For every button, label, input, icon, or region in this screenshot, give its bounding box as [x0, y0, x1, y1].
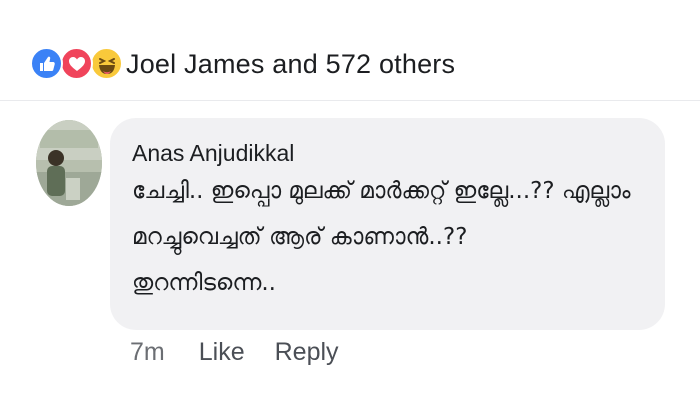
comment-timestamp[interactable]: 7m	[130, 338, 165, 367]
love-icon	[60, 47, 93, 80]
like-button[interactable]: Like	[199, 338, 245, 367]
divider	[0, 100, 700, 101]
haha-icon	[90, 47, 123, 80]
comment-text-line: മറച്ചുവെച്ചത് ആര് കാണാൻ..??	[132, 224, 468, 250]
reactions-count-text[interactable]: Joel James and 572 others	[126, 49, 455, 80]
comment-thread: Joel James and 572 others Anas Anjudikka…	[0, 0, 700, 400]
comment-author[interactable]: Anas Anjudikkal	[132, 140, 647, 166]
comment-actions: 7m Like Reply	[130, 338, 369, 367]
reactions-summary[interactable]: Joel James and 572 others	[30, 44, 455, 84]
like-icon	[30, 47, 63, 80]
reply-button[interactable]: Reply	[275, 338, 339, 367]
avatar[interactable]	[36, 120, 102, 206]
comment-bubble: Anas Anjudikkal ചേച്ചി.. ഇപ്പൊ മുലക്ക് മ…	[110, 118, 665, 330]
comment-text-line: തുറന്നിടന്നെ..	[132, 270, 276, 296]
comment-text-line: ചേച്ചി.. ഇപ്പൊ മുലക്ക് മാർക്കറ്റ് ഇല്ലേ.…	[132, 178, 631, 204]
reaction-icons	[30, 44, 130, 84]
